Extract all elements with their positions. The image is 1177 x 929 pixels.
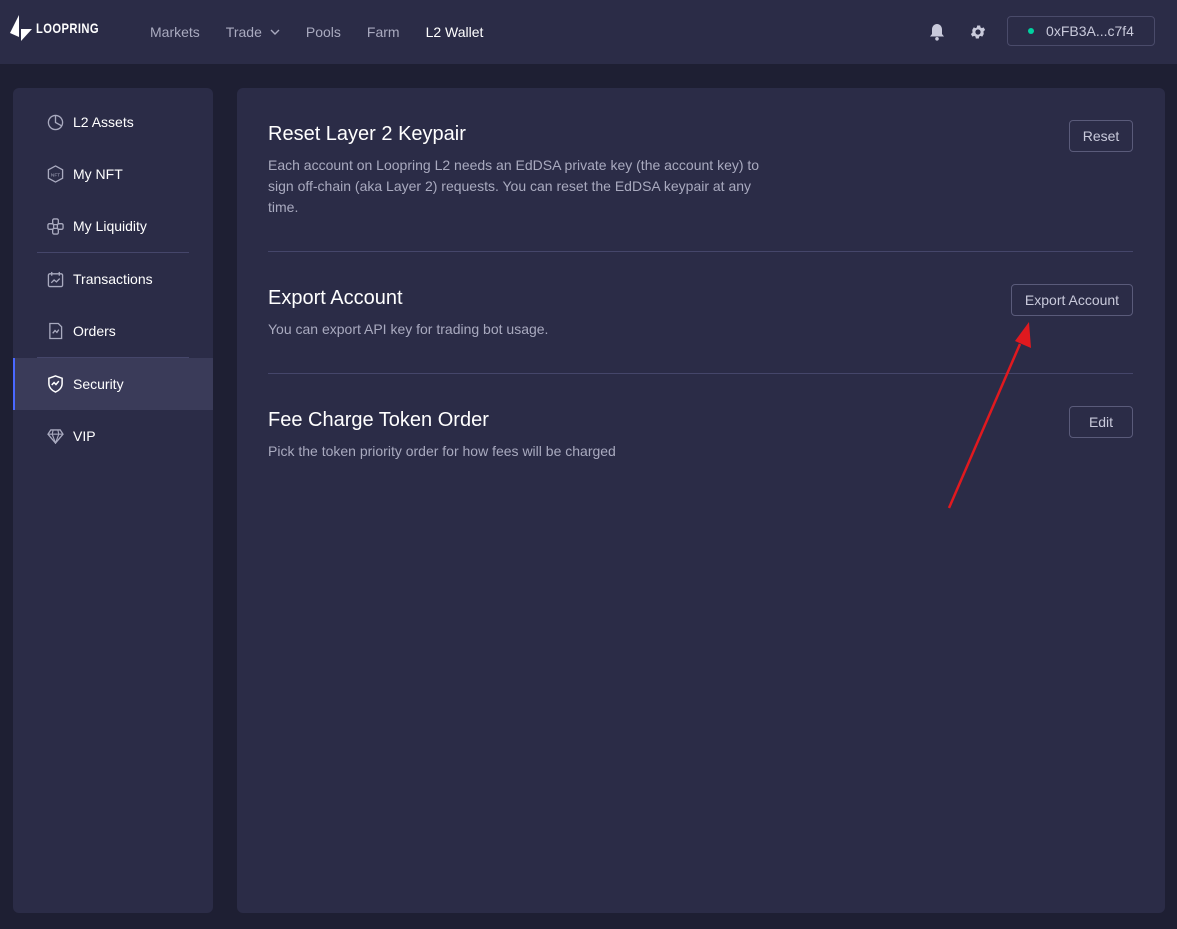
fee-charge-order-description: Pick the token priority order for how fe… bbox=[268, 443, 616, 459]
reset-keypair-description: Each account on Loopring L2 needs an EdD… bbox=[268, 157, 760, 215]
pie-chart-icon bbox=[46, 113, 64, 131]
sidebar-item-label: VIP bbox=[73, 428, 96, 444]
section-divider bbox=[268, 251, 1133, 252]
nft-icon: NFT bbox=[46, 165, 64, 183]
nav-l2-wallet-label: L2 Wallet bbox=[425, 24, 484, 40]
sidebar-item-orders[interactable]: Orders bbox=[13, 305, 213, 357]
nav-pools-label: Pools bbox=[305, 24, 341, 40]
fee-charge-order-title: Fee Charge Token Order bbox=[268, 409, 489, 431]
sidebar-item-label: My Liquidity bbox=[73, 218, 147, 234]
sidebar: L2 Assets NFT My NFT My Liquidity Transa… bbox=[13, 88, 213, 913]
liquidity-icon bbox=[46, 217, 64, 235]
sidebar-item-transactions[interactable]: Transactions bbox=[13, 253, 213, 305]
section-divider bbox=[268, 373, 1133, 374]
logo-text: LOOPRING bbox=[36, 20, 99, 36]
sidebar-item-security[interactable]: Security bbox=[13, 358, 213, 410]
nav-pools[interactable]: Pools bbox=[306, 24, 341, 40]
nav-l2-wallet[interactable]: L2 Wallet bbox=[426, 24, 484, 40]
nav-trade[interactable]: Trade bbox=[226, 24, 280, 40]
gear-icon[interactable] bbox=[966, 20, 990, 44]
sidebar-item-my-nft[interactable]: NFT My NFT bbox=[13, 148, 213, 200]
edit-button[interactable]: Edit bbox=[1069, 406, 1133, 438]
nav-farm[interactable]: Farm bbox=[367, 24, 400, 40]
orders-icon bbox=[46, 322, 64, 340]
export-account-title: Export Account bbox=[268, 287, 403, 309]
nav-trade-label: Trade bbox=[225, 24, 262, 40]
connection-status-dot bbox=[1028, 28, 1035, 34]
svg-text:NFT: NFT bbox=[50, 172, 59, 178]
shield-icon bbox=[46, 375, 64, 393]
reset-keypair-title: Reset Layer 2 Keypair bbox=[268, 123, 466, 145]
loopring-logo[interactable]: LOOPRING bbox=[10, 14, 115, 42]
calendar-icon bbox=[46, 270, 64, 288]
reset-button[interactable]: Reset bbox=[1069, 120, 1133, 152]
sidebar-item-my-liquidity[interactable]: My Liquidity bbox=[13, 200, 213, 252]
wallet-address: 0xFB3A...c7f4 bbox=[1046, 23, 1134, 39]
sidebar-item-label: L2 Assets bbox=[73, 114, 134, 130]
nav-markets[interactable]: Markets bbox=[150, 24, 200, 40]
sidebar-item-label: Transactions bbox=[73, 271, 153, 287]
sidebar-item-label: Security bbox=[73, 376, 124, 392]
sidebar-item-label: Orders bbox=[73, 323, 116, 339]
main-nav: Markets Trade Pools Farm L2 Wallet bbox=[150, 0, 509, 64]
top-header: LOOPRING Markets Trade Pools Farm L2 Wal… bbox=[0, 0, 1177, 64]
sidebar-item-label: My NFT bbox=[73, 166, 123, 182]
nav-markets-label: Markets bbox=[150, 24, 200, 40]
export-account-description: You can export API key for trading bot u… bbox=[268, 321, 549, 337]
sidebar-item-vip[interactable]: VIP bbox=[13, 410, 213, 462]
security-panel: Reset Layer 2 Keypair Each account on Lo… bbox=[237, 88, 1165, 913]
export-account-button[interactable]: Export Account bbox=[1011, 284, 1133, 316]
nav-farm-label: Farm bbox=[366, 24, 400, 40]
chevron-down-icon bbox=[270, 29, 280, 35]
wallet-address-button[interactable]: 0xFB3A...c7f4 bbox=[1007, 16, 1155, 46]
bell-icon[interactable] bbox=[925, 20, 949, 44]
loopring-logo-icon bbox=[10, 15, 32, 41]
diamond-icon bbox=[46, 427, 64, 445]
sidebar-item-l2-assets[interactable]: L2 Assets bbox=[13, 96, 213, 148]
